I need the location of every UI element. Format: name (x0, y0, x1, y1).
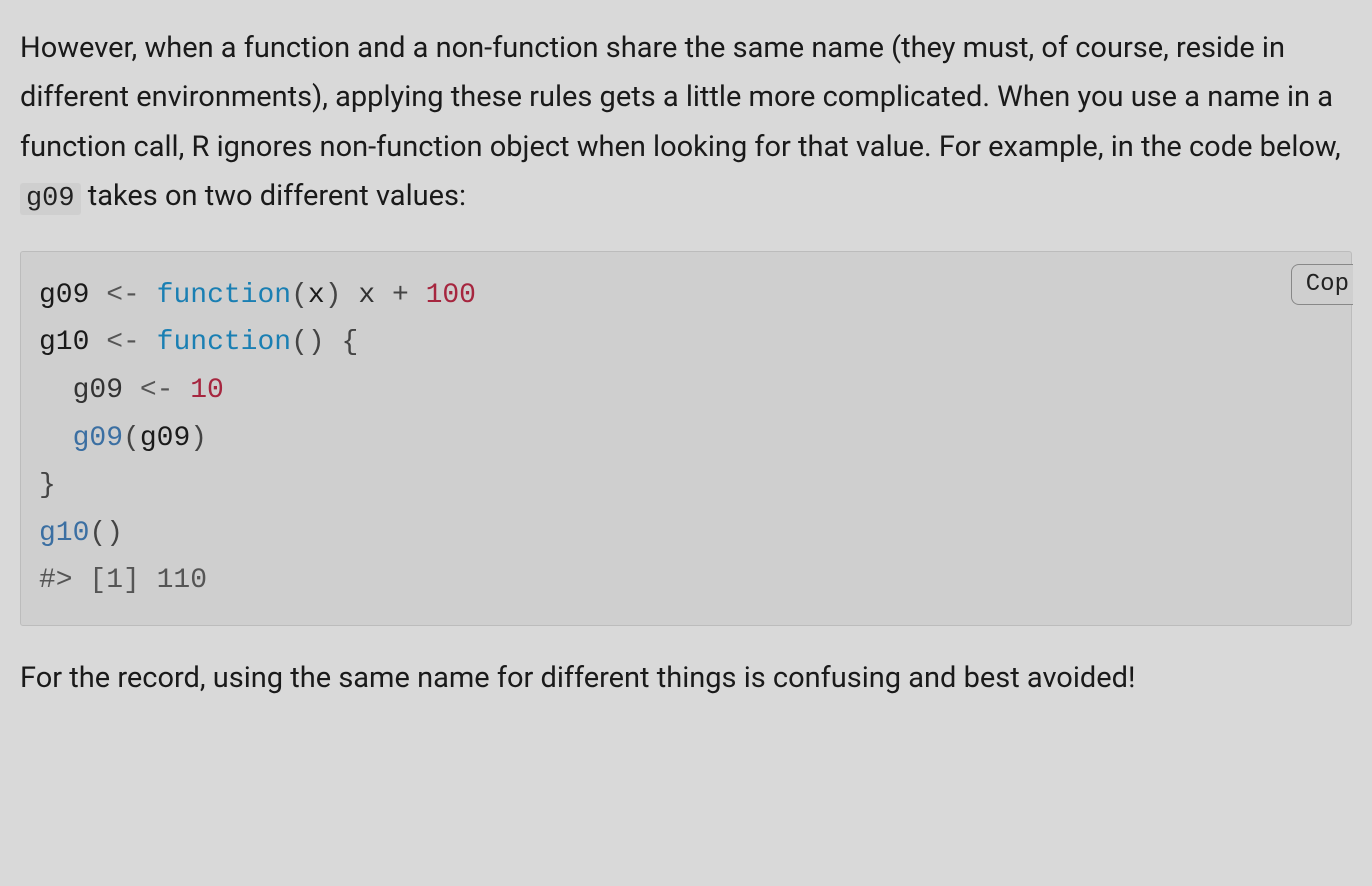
code-token-call: g09 (73, 423, 123, 454)
paragraph-intro-post: takes on two different values: (81, 179, 466, 213)
code-token-function: function (157, 327, 291, 358)
code-token-ident: g10 (39, 327, 89, 358)
code-token-punct: + (392, 280, 409, 311)
code-token-ident: x (308, 280, 325, 311)
code-token-punct: } (39, 470, 56, 501)
paragraph-footnote: For the record, using the same name for … (20, 654, 1352, 703)
code-token-assign: <- (106, 327, 140, 358)
code-token-punct: ( (123, 423, 140, 454)
code-token-punct: ) (190, 423, 207, 454)
code-token-ident: g09 (39, 280, 89, 311)
inline-code-g09: g09 (20, 183, 81, 215)
code-token-punct: () (89, 518, 123, 549)
code-token-assign: <- (106, 280, 140, 311)
code-block-container: Cop g09 <- function(x) x + 100 g10 <- fu… (20, 251, 1352, 626)
code-token-num: 100 (426, 280, 476, 311)
paragraph-intro-pre: However, when a function and a non-funct… (20, 31, 1341, 164)
code-token-punct: ) (325, 280, 342, 311)
code-token-punct: ( (291, 280, 308, 311)
code-token-punct: { (342, 327, 359, 358)
code-token-ident: g09 (140, 423, 190, 454)
paragraph-intro: However, when a function and a non-funct… (20, 24, 1352, 223)
code-token-comment: #> [1] 110 (39, 565, 207, 596)
code-token-punct: () (291, 327, 325, 358)
code-token-function: function (157, 280, 291, 311)
code-token-call: g10 (39, 518, 89, 549)
copy-button[interactable]: Cop (1291, 264, 1353, 305)
code-token-num: 10 (190, 375, 224, 406)
code-block: g09 <- function(x) x + 100 g10 <- functi… (39, 272, 1333, 605)
code-token-assign: <- (140, 375, 174, 406)
